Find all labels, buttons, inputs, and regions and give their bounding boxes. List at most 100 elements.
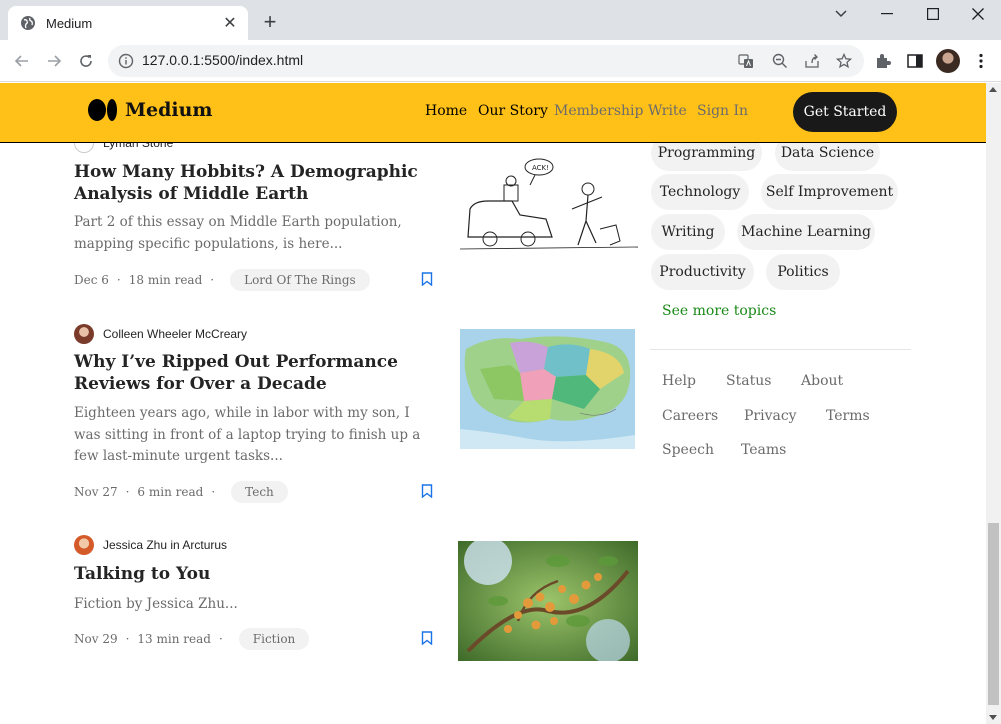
article-date: Nov 27 [74, 485, 118, 499]
article-meta: Nov 27 · 6 min read · Tech [74, 481, 288, 503]
close-icon [972, 8, 984, 20]
topic-pill[interactable]: Self Improvement [761, 174, 898, 210]
footer-link-teams[interactable]: Teams [741, 442, 786, 458]
meta-separator: · [210, 273, 215, 287]
side-panel-icon[interactable] [906, 52, 924, 70]
topic-pill[interactable]: Machine Learning [737, 214, 875, 250]
chevron-down-icon [835, 10, 847, 18]
maximize-icon [927, 8, 939, 20]
footer-link-terms[interactable]: Terms [826, 408, 870, 424]
page-scrollbar[interactable] [986, 83, 1001, 724]
footer-link-careers[interactable]: Careers [662, 408, 718, 424]
meta-separator: · [218, 632, 223, 646]
article-meta: Nov 29 · 13 min read · Fiction [74, 628, 310, 650]
article-tag[interactable]: Tech [231, 481, 288, 503]
nav-home[interactable]: Home [425, 103, 467, 119]
comic-speech-text: ACK! [532, 164, 549, 172]
globe-icon [21, 16, 35, 30]
back-button[interactable] [10, 49, 34, 73]
author-name: Jessica Zhu in Arcturus [103, 538, 228, 552]
author-avatar [74, 535, 94, 555]
article-thumbnail[interactable] [458, 541, 638, 661]
scroll-up-arrow-icon[interactable] [989, 87, 997, 92]
article-author[interactable]: Jessica Zhu in Arcturus [74, 535, 227, 555]
zoom-out-icon[interactable] [772, 53, 788, 69]
arrow-right-icon [48, 55, 62, 67]
topic-pill[interactable]: Writing [651, 214, 725, 250]
sidebar-divider [650, 349, 911, 350]
footer-link-about[interactable]: About [801, 373, 843, 389]
medium-logo[interactable]: Medium [88, 99, 213, 121]
footer-link-help[interactable]: Help [662, 373, 696, 389]
minimize-button[interactable] [864, 0, 910, 28]
see-more-topics-link[interactable]: See more topics [662, 303, 776, 319]
menu-dots-icon[interactable] [972, 52, 990, 70]
article-tag[interactable]: Fiction [238, 628, 310, 650]
article-date: Dec 6 [74, 273, 109, 287]
article-title[interactable]: How Many Hobbits? A Demographic Analysis… [74, 161, 434, 205]
profile-avatar[interactable] [936, 49, 960, 73]
arrow-left-icon [14, 55, 28, 67]
footer-link-privacy[interactable]: Privacy [744, 408, 797, 424]
bookmark-icon[interactable] [421, 631, 433, 645]
article-description[interactable]: Fiction by Jessica Zhu... [74, 594, 434, 616]
topic-pill[interactable]: Politics [766, 254, 840, 290]
logo-text: Medium [125, 99, 213, 121]
close-tab-icon[interactable]: ✕ [222, 13, 238, 33]
footer-link-speech[interactable]: Speech [662, 442, 714, 458]
maximize-button[interactable] [910, 0, 956, 28]
author-avatar [74, 324, 94, 344]
article-thumbnail[interactable] [460, 329, 635, 449]
nav-write[interactable]: Write [648, 103, 687, 119]
article-tag[interactable]: Lord Of The Rings [230, 269, 370, 291]
reload-icon [80, 55, 92, 67]
url-text: 127.0.0.1:5500/index.html [142, 52, 304, 68]
share-icon[interactable] [804, 53, 820, 69]
article-title[interactable]: Talking to You [74, 563, 434, 585]
star-icon[interactable] [836, 53, 852, 69]
tab-title: Medium [46, 15, 93, 31]
tree-photo-image [458, 541, 638, 661]
info-icon[interactable] [118, 53, 134, 69]
author-name: Colleen Wheeler McCreary [103, 327, 248, 341]
article-date: Nov 29 [74, 632, 118, 646]
new-tab-button[interactable]: + [258, 11, 282, 35]
reload-button[interactable] [74, 49, 98, 73]
article-read-time: 6 min read [137, 485, 204, 499]
map-image [460, 329, 635, 449]
article-meta: Dec 6 · 18 min read · Lord Of The Rings [74, 269, 370, 291]
topic-pill[interactable]: Technology [651, 174, 749, 210]
topic-pill[interactable]: Productivity [651, 254, 754, 290]
scroll-down-arrow-icon[interactable] [989, 715, 997, 720]
extensions-icon[interactable] [874, 52, 892, 70]
address-bar[interactable]: 127.0.0.1:5500/index.html [108, 45, 864, 77]
bookmark-icon[interactable] [421, 272, 433, 286]
browser-tab-strip: Medium ✕ + [0, 0, 1001, 40]
nav-membership[interactable]: Membership [554, 103, 643, 119]
article-author[interactable]: Colleen Wheeler McCreary [74, 324, 247, 344]
meta-separator: · [211, 485, 216, 499]
tab-search-button[interactable] [818, 0, 864, 28]
get-started-button[interactable]: Get Started [793, 92, 897, 132]
meta-separator: · [125, 485, 130, 499]
bookmark-icon[interactable] [421, 484, 433, 498]
minimize-icon [881, 13, 893, 15]
translate-icon[interactable] [738, 53, 754, 69]
meta-separator: · [125, 632, 130, 646]
nav-our-story[interactable]: Our Story [478, 103, 548, 119]
browser-tab[interactable]: Medium ✕ [8, 6, 248, 40]
article-description[interactable]: Part 2 of this essay on Middle Earth pop… [74, 212, 434, 255]
article-description[interactable]: Eighteen years ago, while in labor with … [74, 403, 434, 468]
cartoon-image: ACK! [460, 149, 638, 261]
meta-separator: · [116, 273, 121, 287]
article-read-time: 13 min read [137, 632, 211, 646]
footer-link-status[interactable]: Status [726, 373, 771, 389]
scrollbar-thumb[interactable] [988, 523, 999, 705]
forward-button[interactable] [42, 49, 66, 73]
article-thumbnail[interactable]: ACK! [460, 149, 638, 261]
page-viewport: Medium Home Our Story Membership Write S… [0, 83, 986, 724]
close-window-button[interactable] [955, 0, 1001, 28]
article-title[interactable]: Why I’ve Ripped Out Performance Reviews … [74, 351, 434, 395]
nav-sign-in[interactable]: Sign In [697, 103, 748, 119]
medium-logo-icon [88, 99, 117, 121]
